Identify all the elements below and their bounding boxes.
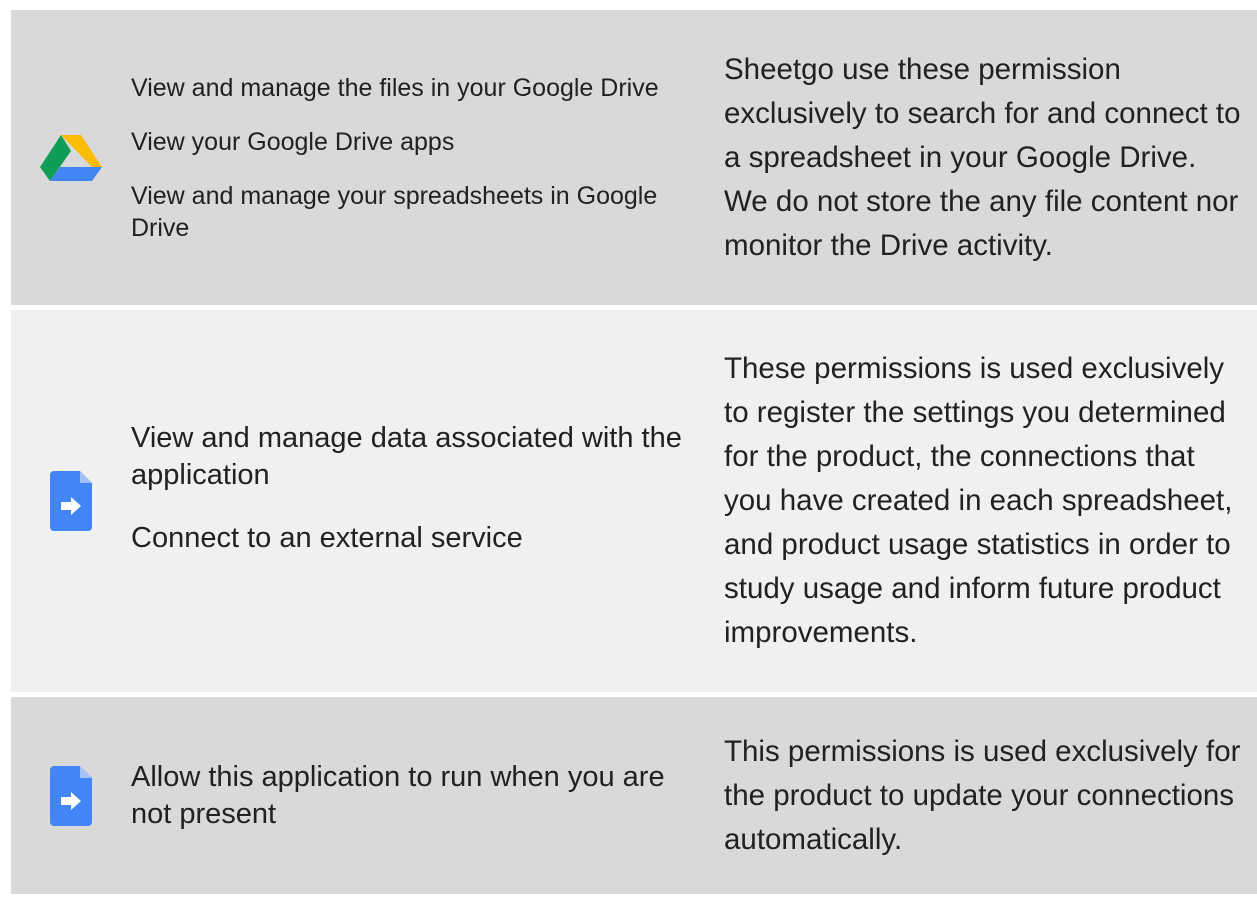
- icon-cell: [11, 765, 131, 826]
- apps-script-file-icon: [50, 765, 92, 826]
- permission-description: Sheetgo use these permission exclusively…: [724, 52, 1241, 262]
- permission-list: View and manage the files in your Google…: [131, 72, 724, 244]
- icon-cell: [11, 134, 131, 181]
- permission-row-background: Allow this application to run when you a…: [11, 692, 1257, 894]
- permission-item: View your Google Drive apps: [131, 127, 455, 156]
- permission-list: View and manage data associated with the…: [131, 420, 724, 583]
- google-drive-icon: [40, 134, 102, 181]
- permission-row-app-data: View and manage data associated with the…: [11, 305, 1257, 692]
- permission-item: View and manage data associated with the…: [131, 421, 682, 491]
- permission-description: These permissions is used exclusively to…: [724, 352, 1233, 649]
- icon-cell: [11, 471, 131, 531]
- permission-item: Connect to an external service: [131, 521, 523, 554]
- permission-description: This permissions is used exclusively for…: [724, 734, 1241, 856]
- permission-list: Allow this application to run when you a…: [131, 759, 724, 833]
- apps-script-file-icon: [50, 471, 92, 531]
- permission-row-drive: View and manage the files in your Google…: [11, 10, 1257, 305]
- permission-item: View and manage the files in your Google…: [131, 73, 659, 102]
- permissions-table: View and manage the files in your Google…: [11, 10, 1257, 894]
- permission-item: View and manage your spreadsheets in Goo…: [131, 181, 658, 242]
- permission-item: Allow this application to run when you a…: [131, 760, 665, 830]
